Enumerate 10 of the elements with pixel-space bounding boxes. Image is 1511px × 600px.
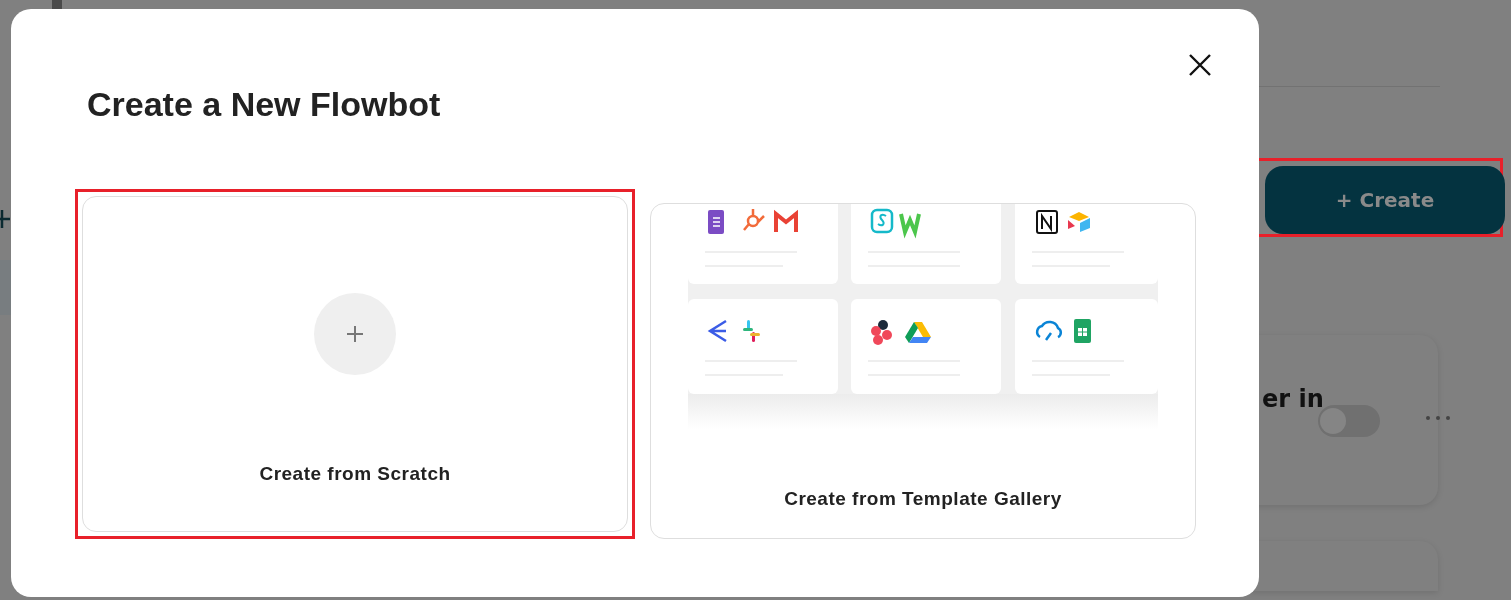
create-button[interactable]: + Create bbox=[1265, 166, 1505, 234]
scratch-option-card[interactable]: Create from Scratch bbox=[82, 196, 628, 532]
plus-icon[interactable] bbox=[0, 209, 10, 229]
option-label: Create from Template Gallery bbox=[784, 488, 1062, 510]
side-panel bbox=[0, 260, 11, 315]
dialog-title: Create a New Flowbot bbox=[87, 85, 441, 124]
template-option-card[interactable]: Create from Template Gallery bbox=[650, 203, 1196, 539]
more-icon[interactable] bbox=[1426, 416, 1450, 420]
card-title: er in bbox=[1262, 385, 1324, 413]
option-label: Create from Scratch bbox=[259, 463, 451, 485]
